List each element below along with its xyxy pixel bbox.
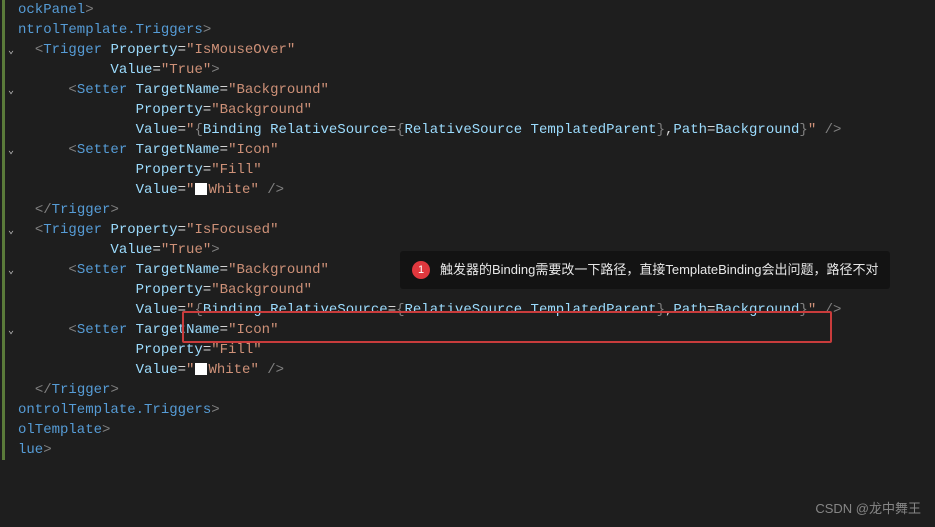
highlight-box — [182, 311, 832, 343]
code-line[interactable]: Property="Background" — [0, 100, 935, 120]
code-line[interactable]: ockPanel> — [0, 0, 935, 20]
code-line[interactable]: ⌄ <Setter TargetName="Icon" — [0, 140, 935, 160]
annotation-badge: 1 — [412, 261, 430, 279]
watermark-text: CSDN @龙中舞王 — [815, 499, 921, 519]
code-editor[interactable]: ockPanel> ntrolTemplate.Triggers> ⌄ <Tri… — [0, 0, 935, 460]
code-line[interactable]: ⌄ <Setter TargetName="Background" — [0, 80, 935, 100]
annotation-text: 触发器的Binding需要改一下路径，直接TemplateBinding会出问题… — [440, 259, 878, 281]
fold-icon[interactable]: ⌄ — [4, 322, 18, 342]
code-line[interactable]: Value="White" /> — [0, 360, 935, 380]
code-line[interactable]: ontrolTemplate.Triggers> — [0, 400, 935, 420]
code-line[interactable]: ⌄ <Trigger Property="IsFocused" — [0, 220, 935, 240]
annotation-callout: 1 触发器的Binding需要改一下路径，直接TemplateBinding会出… — [400, 251, 890, 289]
code-line[interactable]: Property="Fill" — [0, 340, 935, 360]
code-line[interactable]: </Trigger> — [0, 200, 935, 220]
fold-icon[interactable]: ⌄ — [4, 222, 18, 242]
code-line[interactable]: Value="White" /> — [0, 180, 935, 200]
code-line[interactable]: Value="True"> — [0, 60, 935, 80]
code-line[interactable]: olTemplate> — [0, 420, 935, 440]
code-line[interactable]: ntrolTemplate.Triggers> — [0, 20, 935, 40]
color-swatch-icon — [195, 183, 207, 195]
code-line[interactable]: ⌄ <Trigger Property="IsMouseOver" — [0, 40, 935, 60]
fold-icon[interactable]: ⌄ — [4, 142, 18, 162]
fold-icon[interactable]: ⌄ — [4, 82, 18, 102]
code-line[interactable]: Value="{Binding RelativeSource={Relative… — [0, 120, 935, 140]
code-line[interactable]: </Trigger> — [0, 380, 935, 400]
color-swatch-icon — [195, 363, 207, 375]
code-line[interactable]: Property="Fill" — [0, 160, 935, 180]
fold-icon[interactable]: ⌄ — [4, 262, 18, 282]
code-line[interactable]: lue> — [0, 440, 935, 460]
fold-icon[interactable]: ⌄ — [4, 42, 18, 62]
